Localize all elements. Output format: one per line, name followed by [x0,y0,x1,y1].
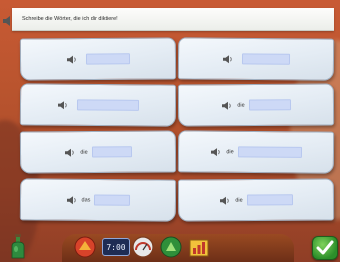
answer-input[interactable] [241,53,291,65]
speaker-icon[interactable] [64,147,76,157]
counter-text: 7:00 [106,242,126,252]
exercise-screen: Schreibe die Wörter, die ich dir diktier… [0,0,340,262]
instruction-text: Schreibe die Wörter, die ich dir diktier… [22,16,118,22]
word-card: die [177,178,335,222]
answer-input[interactable] [248,99,291,111]
word-card: das [19,178,177,222]
word-card [19,37,177,81]
card-article: die [226,148,234,155]
check-button[interactable] [312,236,338,260]
checkmark-icon [316,240,334,255]
card-article: die [235,197,243,204]
hat-icon[interactable] [74,236,96,258]
speaker-icon[interactable] [2,14,16,28]
word-card [19,83,177,127]
speaker-icon[interactable] [66,195,78,205]
word-card: die [177,83,335,127]
answer-input[interactable] [246,194,293,206]
potion-bottle-icon[interactable] [9,234,27,260]
meter-icon[interactable] [132,236,154,258]
bars-icon[interactable] [188,236,210,258]
answer-input[interactable] [85,53,131,65]
card-article: die [237,102,245,109]
speaker-icon[interactable] [57,100,69,110]
card-article: die [80,149,88,156]
word-card: die [177,130,335,174]
answer-input[interactable] [76,99,140,111]
speaker-icon[interactable] [66,54,78,64]
answer-input[interactable] [94,194,131,206]
answer-input[interactable] [91,146,132,158]
speaker-icon[interactable] [210,147,222,157]
speaker-icon[interactable] [219,195,231,205]
speaker-icon[interactable] [221,100,233,110]
word-card [177,37,335,81]
card-article: das [81,196,91,203]
answer-input[interactable] [237,146,302,158]
hat-green-icon[interactable] [160,236,182,258]
word-card: die [19,130,177,174]
speaker-icon[interactable] [222,54,234,64]
counter-display: 7:00 [102,238,130,256]
